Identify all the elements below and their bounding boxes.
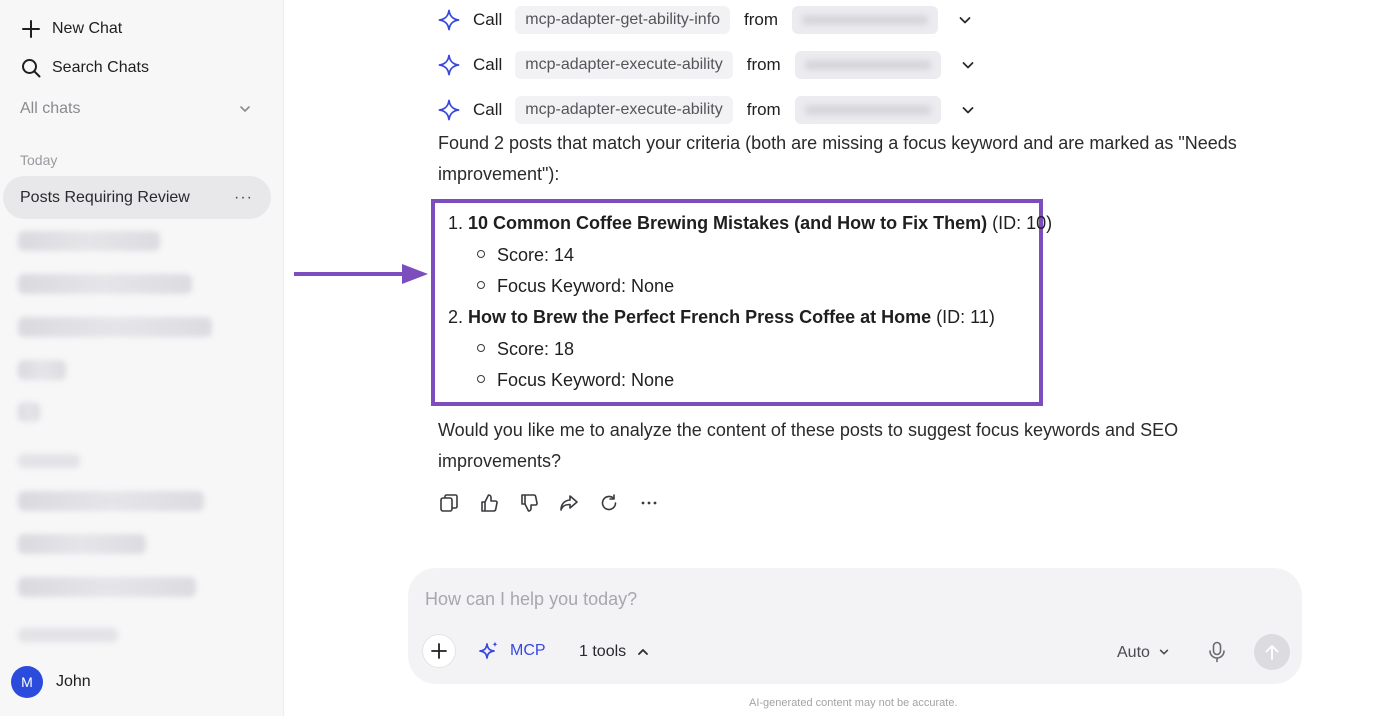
tool-name-chip: mcp-adapter-get-ability-info xyxy=(515,6,731,34)
call-label: Call xyxy=(473,10,503,29)
post-title: How to Brew the Perfect French Press Cof… xyxy=(468,307,932,327)
sidebar-item-redacted[interactable] xyxy=(18,317,212,337)
disclaimer: AI-generated content may not be accurate… xyxy=(749,697,958,709)
post-score: Score: 18 xyxy=(477,339,574,360)
post-score: Score: 14 xyxy=(477,245,574,266)
post-id: (ID: 11) xyxy=(936,307,995,327)
mcp-button[interactable]: MCP xyxy=(478,640,546,662)
message-intro: Found 2 posts that match your criteria (… xyxy=(438,133,1237,184)
post-focus-keyword: Focus Keyword: None xyxy=(477,276,674,297)
mcp-label: MCP xyxy=(510,642,546,659)
post-id: (ID: 10) xyxy=(992,213,1053,233)
copy-icon[interactable] xyxy=(438,492,460,514)
sparkle-icon xyxy=(438,9,460,31)
more-icon[interactable] xyxy=(638,492,660,514)
post-score-text: Score: 18 xyxy=(497,339,575,359)
chevron-down-icon[interactable] xyxy=(958,13,972,27)
search-chats-label: Search Chats xyxy=(52,59,149,76)
sparkle-icon xyxy=(438,99,460,121)
section-label-redacted xyxy=(18,628,118,642)
post-title: 10 Common Coffee Brewing Mistakes (and H… xyxy=(468,213,988,233)
model-selector[interactable]: Auto xyxy=(1117,644,1172,662)
sidebar-item-redacted[interactable] xyxy=(18,577,196,597)
model-label: Auto xyxy=(1117,644,1150,661)
plus-icon xyxy=(20,18,42,40)
tools-label: 1 tools xyxy=(579,643,627,660)
sidebar-item-redacted[interactable] xyxy=(18,274,192,294)
section-label-today: Today xyxy=(20,152,58,168)
thumbs-down-icon[interactable] xyxy=(518,492,540,514)
tool-name-chip: mcp-adapter-execute-ability xyxy=(515,51,733,79)
post-number: 1. xyxy=(448,213,464,233)
post-item-title: 2. How to Brew the Perfect French Press … xyxy=(448,307,995,328)
all-chats-dropdown[interactable]: All chats xyxy=(20,100,252,118)
bullet-icon xyxy=(477,250,485,259)
from-label: from xyxy=(746,55,781,74)
bullet-icon xyxy=(477,281,485,290)
section-label-redacted xyxy=(18,454,80,468)
arrow-annotation xyxy=(294,264,428,284)
sidebar-item-redacted[interactable] xyxy=(18,402,40,422)
user-profile[interactable]: M John xyxy=(11,666,91,698)
new-chat-button[interactable]: New Chat xyxy=(20,18,122,40)
call-label: Call xyxy=(473,100,503,119)
send-button[interactable] xyxy=(1254,634,1290,670)
avatar: M xyxy=(11,666,43,698)
tools-dropdown[interactable]: 1 tools xyxy=(579,643,650,661)
sidebar-item-redacted[interactable] xyxy=(18,491,204,511)
attach-button[interactable] xyxy=(422,634,456,668)
search-icon xyxy=(20,57,42,79)
post-score-text: Score: 14 xyxy=(497,245,575,265)
server-name-redacted xyxy=(792,6,939,34)
post-focus-text: Focus Keyword: None xyxy=(497,276,675,296)
sidebar-item-label: Posts Requiring Review xyxy=(20,188,190,206)
bullet-icon xyxy=(477,344,485,353)
call-label: Call xyxy=(473,55,503,74)
user-name: John xyxy=(56,673,91,690)
post-number: 2. xyxy=(448,307,464,327)
arrow-up-icon xyxy=(1265,645,1279,660)
microphone-icon xyxy=(1209,641,1225,663)
tool-call-row: Call mcp-adapter-get-ability-info from xyxy=(438,6,972,34)
sidebar-item-redacted[interactable] xyxy=(18,534,146,554)
post-focus-keyword: Focus Keyword: None xyxy=(477,370,674,391)
from-label: from xyxy=(744,10,779,29)
microphone-button[interactable] xyxy=(1205,640,1229,664)
sparkle-icon xyxy=(438,54,460,76)
search-chats-button[interactable]: Search Chats xyxy=(20,57,149,79)
post-focus-text: Focus Keyword: None xyxy=(497,370,675,390)
prompt-input[interactable] xyxy=(425,589,1285,610)
chevron-down-icon[interactable] xyxy=(961,103,975,117)
sidebar: New Chat Search Chats All chats Today Po… xyxy=(0,0,284,716)
new-chat-label: New Chat xyxy=(52,20,123,37)
chevron-up-icon xyxy=(636,645,650,659)
sparkles-icon xyxy=(478,640,500,662)
chevron-down-icon xyxy=(238,102,252,116)
chevron-down-icon[interactable] xyxy=(961,58,975,72)
tool-name-chip: mcp-adapter-execute-ability xyxy=(515,96,733,124)
server-name-redacted xyxy=(794,51,941,79)
post-item-title: 1. 10 Common Coffee Brewing Mistakes (an… xyxy=(448,213,1052,234)
thumbs-up-icon[interactable] xyxy=(478,492,500,514)
message-actions xyxy=(438,492,678,514)
bullet-icon xyxy=(477,375,485,384)
sidebar-item-redacted[interactable] xyxy=(18,360,66,380)
from-label: from xyxy=(746,100,781,119)
sidebar-item-posts-requiring-review[interactable]: Posts Requiring Review ··· xyxy=(3,176,271,219)
share-icon[interactable] xyxy=(558,492,580,514)
composer: MCP 1 tools Auto xyxy=(408,568,1302,684)
sidebar-item-redacted[interactable] xyxy=(18,231,160,251)
regenerate-icon[interactable] xyxy=(598,492,620,514)
more-icon[interactable]: ··· xyxy=(234,189,253,207)
message-followup: Would you like me to analyze the content… xyxy=(438,420,1179,471)
all-chats-label: All chats xyxy=(20,100,81,117)
server-name-redacted xyxy=(794,96,941,124)
tool-call-row: Call mcp-adapter-execute-ability from xyxy=(438,96,975,124)
chevron-down-icon xyxy=(1158,646,1172,660)
plus-icon xyxy=(431,643,447,659)
tool-call-row: Call mcp-adapter-execute-ability from xyxy=(438,51,975,79)
